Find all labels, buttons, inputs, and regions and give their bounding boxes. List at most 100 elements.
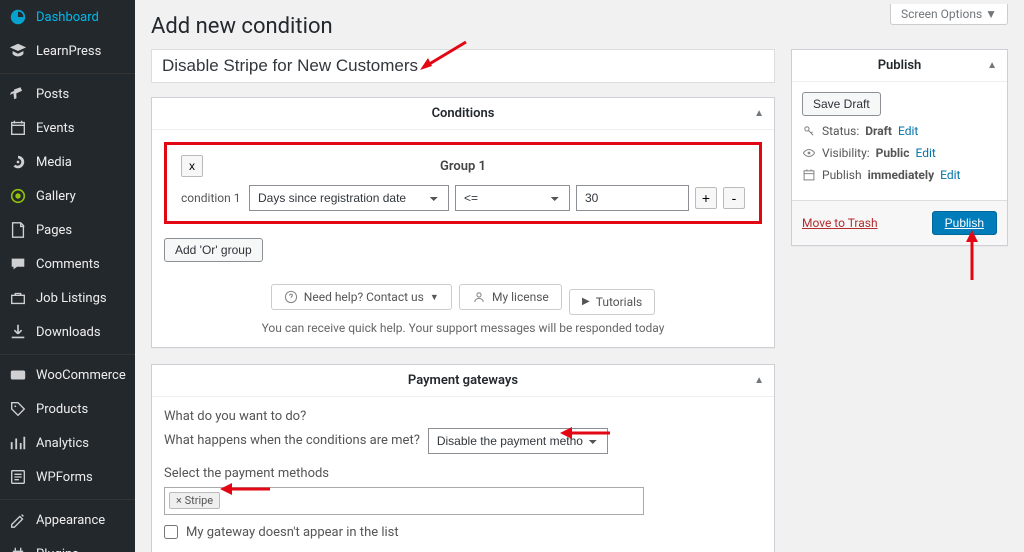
help-contact-button[interactable]: Need help? Contact us ▼ — [271, 284, 452, 310]
title-input-wrap — [151, 49, 775, 83]
key-icon — [802, 124, 816, 138]
condition-row-1: condition 1 Days since registration date… — [181, 185, 745, 211]
sidebar-label: WooCommerce — [36, 368, 126, 383]
sidebar-item-posts[interactable]: Posts — [0, 73, 135, 111]
schedule-row: Publish immediately Edit — [802, 168, 997, 182]
conditions-heading: Conditions ▲ — [152, 98, 774, 130]
conditions-heading-label: Conditions — [432, 106, 495, 121]
download-icon — [8, 322, 28, 342]
condition-value-input[interactable] — [576, 185, 689, 211]
sidebar-item-wpforms[interactable]: WPForms — [0, 460, 135, 494]
gallery-icon — [8, 186, 28, 206]
sidebar-label: Job Listings — [36, 291, 107, 306]
status-label: Status: — [822, 124, 859, 138]
sidebar-label: Analytics — [36, 436, 89, 451]
sidebar-item-comments[interactable]: Comments — [0, 247, 135, 281]
eye-icon — [802, 146, 816, 160]
sidebar-item-plugins[interactable]: Plugins — [0, 537, 135, 552]
add-condition-button[interactable]: + — [695, 187, 717, 209]
tutorials-label: Tutorials — [596, 295, 643, 309]
analytics-icon — [8, 433, 28, 453]
products-icon — [8, 399, 28, 419]
sidebar-item-learnpress[interactable]: LearnPress — [0, 34, 135, 68]
gateways-heading-label: Payment gateways — [408, 373, 518, 388]
sidebar-label: Plugins — [36, 547, 79, 552]
payment-method-chip-stripe[interactable]: × Stripe — [169, 492, 220, 509]
edit-schedule-link[interactable]: Edit — [940, 168, 960, 182]
collapse-icon[interactable]: ▲ — [754, 108, 764, 119]
gateways-heading: Payment gateways ▲ — [152, 365, 774, 397]
collapse-icon[interactable]: ▲ — [987, 60, 997, 71]
condition-field-select[interactable]: Days since registration date — [249, 185, 449, 211]
plugins-icon — [8, 544, 28, 552]
edit-visibility-link[interactable]: Edit — [915, 146, 935, 160]
visibility-row: Visibility: Public Edit — [802, 146, 997, 160]
woocommerce-icon — [8, 365, 28, 385]
edit-status-link[interactable]: Edit — [898, 124, 918, 138]
my-license-button[interactable]: My license — [459, 284, 562, 310]
schedule-value: immediately — [868, 168, 935, 182]
status-value: Draft — [865, 124, 892, 138]
sidebar-item-appearance[interactable]: Appearance — [0, 499, 135, 537]
sidebar-item-media[interactable]: Media — [0, 145, 135, 179]
screen-options-toggle[interactable]: Screen Options ▼ — [890, 4, 1008, 25]
sidebar-label: Dashboard — [36, 10, 99, 25]
payment-methods-select[interactable]: × Stripe — [164, 487, 644, 515]
sidebar-item-woocommerce[interactable]: WooCommerce — [0, 354, 135, 392]
sidebar-item-products[interactable]: Products — [0, 392, 135, 426]
publish-heading: Publish ▲ — [792, 50, 1007, 82]
media-icon — [8, 152, 28, 172]
payment-gateways-postbox: Payment gateways ▲ What do you want to d… — [151, 364, 775, 552]
sidebar-item-downloads[interactable]: Downloads — [0, 315, 135, 349]
schedule-label: Publish — [822, 168, 862, 182]
page-icon — [8, 220, 28, 240]
sidebar-item-joblistings[interactable]: Job Listings — [0, 281, 135, 315]
appearance-icon — [8, 510, 28, 530]
gateway-missing-checkbox[interactable] — [164, 525, 178, 539]
remove-condition-button[interactable]: - — [723, 187, 745, 209]
sidebar-label: Appearance — [36, 513, 105, 528]
tutorials-button[interactable]: ▶ Tutorials — [569, 289, 655, 315]
comments-icon — [8, 254, 28, 274]
wpforms-icon — [8, 467, 28, 487]
group-title: Group 1 — [181, 159, 745, 174]
dashboard-icon — [8, 7, 28, 27]
sidebar-label: Posts — [36, 87, 69, 102]
add-or-group-button[interactable]: Add 'Or' group — [164, 238, 263, 262]
sidebar-item-events[interactable]: Events — [0, 111, 135, 145]
save-draft-button[interactable]: Save Draft — [802, 92, 881, 116]
publish-postbox: Publish ▲ Save Draft Status: Draft Edit … — [791, 49, 1008, 246]
sidebar-label: LearnPress — [36, 44, 101, 59]
sidebar-item-dashboard[interactable]: Dashboard — [0, 0, 135, 34]
visibility-value: Public — [876, 146, 910, 160]
publish-heading-label: Publish — [804, 58, 995, 73]
gateway-question-1: What do you want to do? — [164, 409, 762, 424]
gateway-action-select[interactable]: Disable the payment method(s) — [428, 428, 608, 454]
play-icon: ▶ — [582, 296, 590, 307]
pin-icon — [8, 84, 28, 104]
calendar-icon — [8, 118, 28, 138]
condition-title-input[interactable] — [162, 56, 764, 76]
publish-button[interactable]: Publish — [932, 211, 997, 235]
status-row: Status: Draft Edit — [802, 124, 997, 138]
sidebar-label: Downloads — [36, 325, 101, 340]
sidebar-item-gallery[interactable]: Gallery — [0, 179, 135, 213]
sidebar-label: Products — [36, 402, 88, 417]
calendar-icon — [802, 168, 816, 182]
move-to-trash-link[interactable]: Move to Trash — [802, 216, 878, 230]
page-title: Add new condition — [151, 0, 1008, 49]
sidebar-label: Events — [36, 121, 74, 136]
sidebar-label: Comments — [36, 257, 100, 272]
condition-operator-select[interactable]: <= — [455, 185, 570, 211]
sidebar-item-analytics[interactable]: Analytics — [0, 426, 135, 460]
collapse-icon[interactable]: ▲ — [754, 375, 764, 386]
gateway-missing-checkbox-row[interactable]: My gateway doesn't appear in the list — [164, 525, 762, 540]
visibility-label: Visibility: — [822, 146, 870, 160]
sidebar-label: Gallery — [36, 189, 76, 204]
sidebar-item-pages[interactable]: Pages — [0, 213, 135, 247]
briefcase-icon — [8, 288, 28, 308]
help-note: You can receive quick help. Your support… — [164, 321, 762, 335]
graduation-icon — [8, 41, 28, 61]
sidebar-label: WPForms — [36, 470, 93, 485]
condition-group-1: x Group 1 condition 1 Days since registr… — [164, 142, 762, 224]
